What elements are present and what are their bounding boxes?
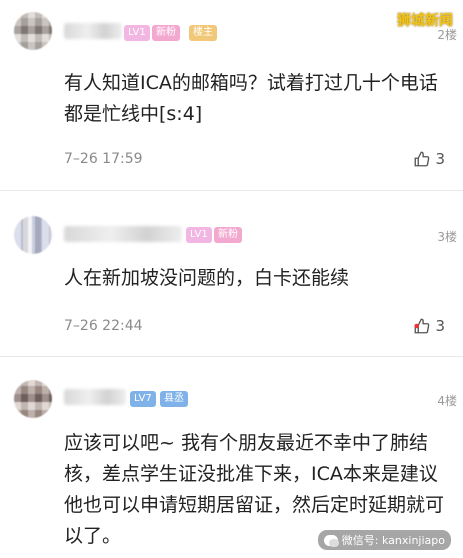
username[interactable] — [64, 226, 182, 242]
wechat-id: 微信号: kanxinjiapo — [341, 534, 445, 547]
avatar[interactable] — [14, 12, 52, 50]
post-time: 7–26 22:44 — [64, 318, 143, 334]
avatar[interactable] — [14, 216, 52, 254]
username[interactable] — [64, 389, 126, 405]
post-content: 有人知道ICA的邮箱吗？试着打过几十个电话都是忙线中[s:4] — [64, 72, 438, 125]
like-count: 3 — [435, 317, 445, 335]
level-badge: LV1 — [186, 227, 212, 243]
level-badge: LV7 — [130, 391, 156, 407]
level-badge: LV1 — [124, 25, 150, 41]
divider — [0, 190, 463, 191]
post-time: 7–26 17:59 — [64, 151, 143, 167]
fan-badge: 新粉 — [214, 227, 242, 243]
title-badge: 县丞 — [160, 391, 188, 407]
thumbs-up-icon — [414, 318, 430, 334]
post-content: 人在新加坡没问题的，白卡还能续 — [64, 267, 350, 289]
wechat-watermark: 微信号: kanxinjiapo — [317, 530, 451, 550]
floor-number: 3楼 — [437, 230, 457, 244]
floor-number: 4楼 — [437, 394, 457, 408]
like-count: 3 — [435, 150, 445, 168]
wechat-icon — [323, 534, 339, 547]
op-badge: 楼主 — [189, 25, 217, 41]
fan-badge: 新粉 — [152, 25, 180, 41]
like-button[interactable]: 3 — [413, 317, 445, 335]
like-button[interactable]: 3 — [413, 150, 445, 168]
divider — [0, 356, 463, 357]
thumbs-up-icon — [415, 151, 430, 167]
avatar[interactable] — [14, 380, 52, 418]
username[interactable] — [64, 23, 122, 39]
brand-watermark: 狮城新闻 — [397, 13, 453, 29]
